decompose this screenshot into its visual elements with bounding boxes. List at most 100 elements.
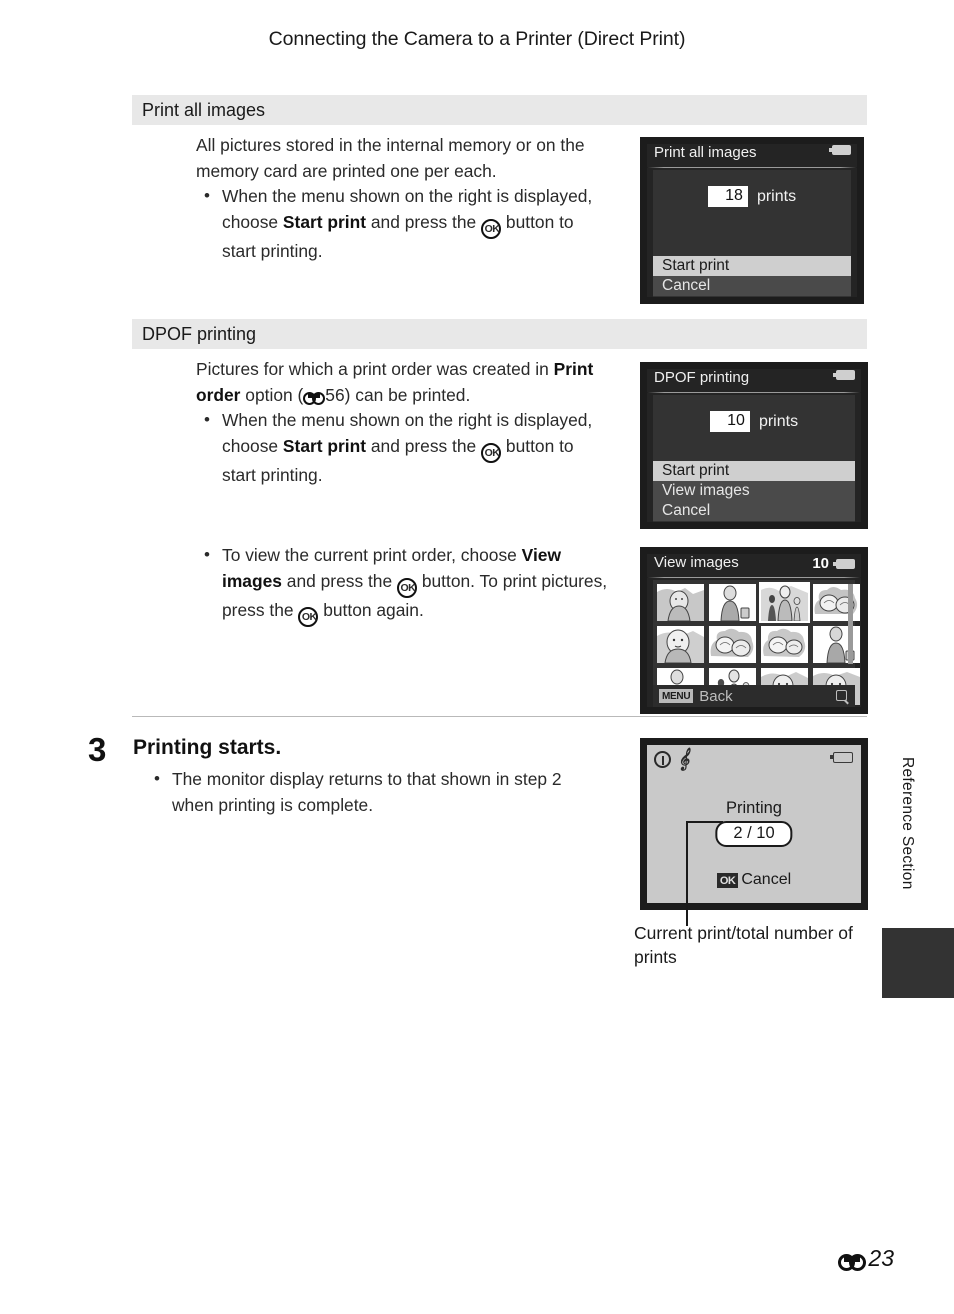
print-all-images-body: All pictures stored in the internal memo… <box>196 133 606 264</box>
menu-option-start-print[interactable]: Start print <box>653 256 851 276</box>
thumbnail-item[interactable] <box>709 626 756 663</box>
print-all-images-bullet: When the menu shown on the right is disp… <box>196 183 606 264</box>
thumbnail-item[interactable] <box>657 626 704 663</box>
lcd-screen-dpof-printing: DPOF printing 10 prints Start print View… <box>640 362 868 529</box>
magnifier-icon[interactable] <box>836 689 849 703</box>
lcd-inner: Print all images 18 prints Start print C… <box>647 144 857 297</box>
ok-button-icon: OK <box>481 442 502 463</box>
chain-link-icon <box>838 1251 867 1271</box>
back-button[interactable]: MENU Back <box>659 688 733 705</box>
ok-button-icon: OK <box>481 218 502 239</box>
prints-count-label: prints <box>756 187 797 205</box>
printing-status-label: Printing <box>726 799 782 817</box>
dpof-bullet: When the menu shown on the right is disp… <box>196 407 606 488</box>
section-band-label: Print all images <box>142 99 266 120</box>
bullet-text-bold: Start print <box>282 435 367 456</box>
thumbnail-item[interactable] <box>709 584 756 621</box>
lcd-screen-print-all-images: Print all images 18 prints Start print C… <box>640 137 864 304</box>
step-body: The monitor display returns to that show… <box>146 766 606 818</box>
ok-button-icon: OK <box>298 607 319 628</box>
lcd-inner: View images 10 MENU Back <box>647 554 861 707</box>
lcd-footer: MENU Back <box>653 685 855 707</box>
dpof-intro-mid: option ( <box>240 384 304 405</box>
battery-icon <box>833 370 855 380</box>
print-all-images-intro: All pictures stored in the internal memo… <box>196 135 585 181</box>
view-images-bullet: To view the current print order, choose … <box>196 542 608 628</box>
prints-count-row: 10 prints <box>653 411 855 432</box>
dpof-printing-body: Pictures for which a print order was cre… <box>196 357 606 488</box>
image-count: 10 <box>812 555 829 572</box>
page-number: 23 <box>838 1245 894 1272</box>
bullet-text-mid: and press the <box>281 570 397 591</box>
section-band-label: DPOF printing <box>142 323 257 344</box>
side-tab-marker <box>882 928 954 998</box>
battery-icon <box>830 752 853 763</box>
section-band-print-all-images: Print all images <box>132 95 867 125</box>
lcd-inner: DPOF printing 10 prints Start print View… <box>647 369 861 522</box>
menu-option-label: Start print <box>662 257 730 274</box>
lcd-screen-printing: 𝄞 Printing 2 / 10 OK Cancel <box>640 738 868 910</box>
menu-option-label: Cancel <box>662 277 711 294</box>
scrollbar[interactable] <box>848 584 853 664</box>
dpof-intro-post: ) can be printed. <box>344 384 471 405</box>
lcd-body: 10 prints Start print View images Cancel <box>653 395 855 522</box>
dpof-intro: Pictures for which a print order was cre… <box>196 357 606 408</box>
menu-option-label: Start print <box>662 462 730 479</box>
leader-caption: Current print/total number of prints <box>634 923 853 967</box>
menu-option-cancel[interactable]: Cancel <box>653 276 851 296</box>
chain-link-icon <box>303 390 326 405</box>
bullet-text-mid: and press the <box>366 211 482 232</box>
exclamation-circle-icon <box>654 751 671 768</box>
cancel-button[interactable]: OK Cancel <box>647 871 861 889</box>
dpof-intro-ref: 56 <box>325 384 345 405</box>
lcd-screen-view-images: View images 10 MENU Back <box>640 547 868 714</box>
lcd-title: View images <box>654 554 739 571</box>
ok-button-icon: OK <box>396 577 417 598</box>
lcd-title: DPOF printing <box>654 369 750 386</box>
lcd-body: MENU Back <box>653 580 860 707</box>
lcd-title: Print all images <box>654 144 757 161</box>
lcd-body: 18 prints Start print Cancel <box>653 170 851 297</box>
camera-shake-icon: 𝄞 <box>678 749 689 770</box>
view-images-body: To view the current print order, choose … <box>196 542 608 628</box>
menu-option-label: View images <box>662 482 750 499</box>
menu-option-label: Cancel <box>662 502 711 519</box>
cancel-label: Cancel <box>741 871 792 888</box>
lcd-divider <box>647 392 861 393</box>
dpof-intro-pre: Pictures for which a print order was cre… <box>196 359 554 379</box>
battery-icon <box>833 558 855 569</box>
bullet-text-bold: Start print <box>282 211 367 232</box>
prints-count-value: 18 <box>707 186 748 207</box>
prints-count-value: 10 <box>709 411 750 432</box>
side-tab-label: Reference Section <box>899 757 916 890</box>
menu-option-cancel[interactable]: Cancel <box>653 501 855 521</box>
menu-option-view-images[interactable]: View images <box>653 481 855 501</box>
back-label: Back <box>699 687 733 705</box>
prints-count-row: 18 prints <box>653 186 851 207</box>
lcd-divider <box>647 167 857 168</box>
lcd-inner: 𝄞 Printing 2 / 10 OK Cancel <box>647 745 861 903</box>
leader-line-vertical <box>686 821 688 926</box>
section-divider-rule <box>132 716 867 717</box>
section-band-dpof-printing: DPOF printing <box>132 319 867 349</box>
prints-count-label: prints <box>758 412 799 430</box>
ok-button-icon: OK <box>716 872 739 888</box>
lcd-status-area: 10 <box>812 555 855 572</box>
step-title: Printing starts. <box>133 736 282 759</box>
thumbnail-item[interactable] <box>657 584 704 621</box>
thumbnail-item-selected[interactable] <box>759 582 810 623</box>
menu-option-start-print[interactable]: Start print <box>653 461 855 481</box>
battery-icon <box>829 145 851 155</box>
bullet-text-pre: To view the current print order, choose <box>222 545 522 565</box>
lcd-status-area <box>829 145 851 155</box>
thumbnail-item[interactable] <box>761 626 808 663</box>
leader-line-horizontal <box>686 821 723 823</box>
print-counter: 2 / 10 <box>715 821 793 847</box>
bullet-text-post: button again. <box>318 599 424 620</box>
step-bullet: The monitor display returns to that show… <box>146 766 606 818</box>
page-number-value: 23 <box>868 1245 894 1271</box>
step-number: 3 <box>88 731 107 768</box>
lcd-status-area <box>833 370 855 380</box>
warning-icon-group: 𝄞 <box>654 749 689 770</box>
bullet-text-mid: and press the <box>366 435 482 456</box>
